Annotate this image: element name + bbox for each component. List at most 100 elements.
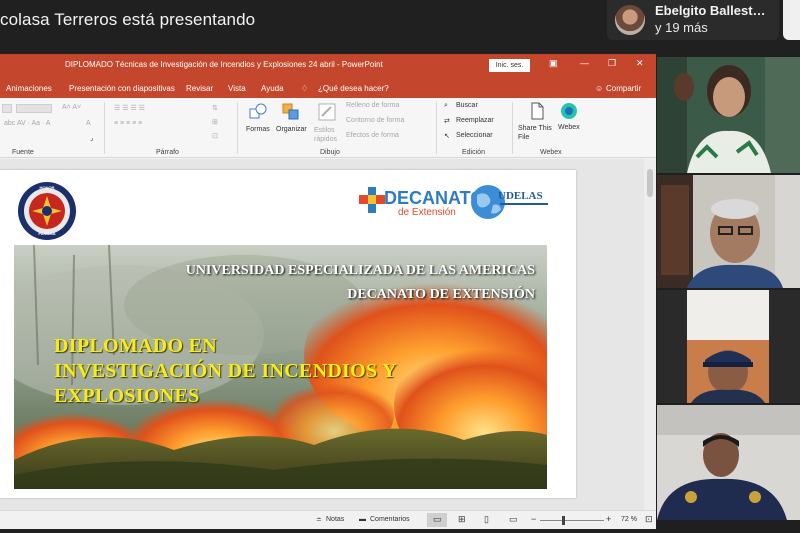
arrange-button[interactable]: Organizar	[276, 126, 307, 133]
ribbon-display-icon[interactable]: ▣	[549, 58, 558, 69]
participant-video-woman	[657, 57, 800, 173]
smartart-icon[interactable]: ⊡	[212, 132, 218, 140]
group-label-webex: Webex	[540, 149, 562, 156]
webex-button[interactable]: Webex	[558, 124, 580, 131]
sign-in-button[interactable]: Inic. ses.	[489, 59, 530, 72]
select-icon: ↖	[444, 133, 450, 140]
slide-title-line-1: DIPLOMADO EN	[54, 335, 218, 357]
ribbon-tabs: Animaciones Presentación con diapositiva…	[0, 78, 656, 98]
group-divider	[237, 102, 238, 154]
udelas-underline	[500, 203, 548, 205]
slideshow-icon[interactable]: ▭	[509, 514, 518, 525]
webex-icon[interactable]	[560, 102, 578, 120]
person-icon: ☺	[595, 84, 604, 93]
participant-video-tile[interactable]	[657, 175, 800, 288]
document-title: DIPLOMADO Técnicas de Investigación de I…	[65, 60, 383, 69]
participant-video-tile[interactable]	[657, 290, 800, 403]
slide-title-line-3: EXPLOSIONES	[54, 385, 200, 407]
font-name-box[interactable]	[2, 104, 12, 113]
align-text-icon[interactable]: ⊞	[212, 118, 218, 126]
font-grow-icon[interactable]: A˄ A˅	[62, 104, 81, 111]
notes-button[interactable]: Notas	[326, 516, 344, 523]
tab-animaciones[interactable]: Animaciones	[6, 84, 52, 93]
bullets-icon[interactable]: ☰ ☰ ☰ ☰	[114, 104, 145, 112]
tab-presentacion[interactable]: Presentación con diapositivas	[69, 84, 175, 93]
ribbon: A˄ A˅ abc AV · Aa · A A ⌟ Fuente ☰ ☰ ☰ ☰…	[0, 98, 656, 158]
participant-name: Ebelgito Ballest…	[655, 3, 766, 18]
meeting-top-bar: colasa Terreros está presentando Ebelgit…	[0, 0, 800, 54]
decanato-logo-subtext: de Extensión	[398, 207, 456, 218]
group-divider	[436, 102, 437, 154]
quick-styles-button[interactable]: Estilos rápidos	[314, 126, 342, 144]
zoom-slider-thumb[interactable]	[562, 516, 565, 525]
vertical-scrollbar[interactable]	[644, 159, 656, 510]
find-icon: ⌕	[444, 102, 448, 109]
group-label-dibujo: Dibujo	[320, 149, 340, 156]
minimize-icon[interactable]: —	[580, 58, 589, 68]
normal-view-icon: ▭	[433, 514, 442, 524]
group-divider	[512, 102, 513, 154]
notes-icon: ≐	[316, 517, 322, 524]
tab-revisar[interactable]: Revisar	[186, 84, 213, 93]
comments-button[interactable]: Comentarios	[370, 516, 410, 523]
fit-slide-icon[interactable]: ⊡	[645, 514, 653, 525]
slide[interactable]: HONOR PANAMA DECANATO de Extensión UDELA…	[0, 170, 576, 498]
status-bar: ≐ Notas ▬ Comentarios ▭ ⊞ ▯ ▭ − + 72 % ⊡	[0, 510, 656, 529]
zoom-out-icon[interactable]: −	[531, 514, 536, 524]
participant-video-tile[interactable]	[657, 57, 800, 173]
badge-top-text: HONOR	[39, 185, 55, 190]
shape-fill-button[interactable]: Relleno de forma	[346, 102, 399, 109]
shared-powerpoint-window: DIPLOMADO Técnicas de Investigación de I…	[0, 54, 656, 529]
shapes-button[interactable]: Formas	[246, 126, 270, 133]
font-color-icon[interactable]: A	[86, 120, 91, 127]
group-divider	[104, 102, 105, 154]
corner-menu-button[interactable]	[783, 0, 800, 40]
file-icon[interactable]	[528, 102, 546, 120]
group-label-parrafo: Párrafo	[156, 149, 179, 156]
share-button[interactable]: Compartir	[606, 84, 641, 93]
comments-icon: ▬	[359, 516, 366, 523]
group-label-edicion: Edición	[462, 149, 485, 156]
participant-video-tile[interactable]	[657, 405, 800, 520]
close-icon[interactable]: ✕	[636, 58, 644, 69]
title-bar: DIPLOMADO Técnicas de Investigación de I…	[0, 54, 656, 78]
select-button[interactable]: Seleccionar	[456, 132, 493, 139]
tab-vista[interactable]: Vista	[228, 84, 246, 93]
presenter-banner: colasa Terreros está presentando	[0, 10, 256, 29]
reading-view-icon[interactable]: ▯	[484, 514, 489, 525]
font-size-box[interactable]	[16, 104, 52, 113]
slide-title-line-2: INVESTIGACIÓN DE INCENDIOS Y	[54, 360, 397, 382]
replace-icon: ⇄	[444, 118, 450, 125]
shapes-icon[interactable]	[249, 103, 267, 121]
slide-sorter-icon[interactable]: ⊞	[458, 514, 466, 525]
udelas-globe-logo	[471, 185, 505, 219]
align-icons[interactable]: ≡ ≡ ≡ ≡ ≡	[114, 120, 142, 127]
share-file-button[interactable]: Share This File	[518, 124, 554, 142]
decanato-cross-logo	[359, 187, 385, 213]
slide-canvas[interactable]: HONOR PANAMA DECANATO de Extensión UDELA…	[0, 159, 656, 510]
participant-video-officer-uniform	[657, 405, 800, 520]
font-format-icons[interactable]: abc AV · Aa · A	[4, 120, 51, 127]
zoom-slider[interactable]	[540, 520, 604, 521]
font-dialog-icon[interactable]: ⌟	[90, 134, 93, 142]
wildfire-photo: UNIVERSIDAD ESPECIALIZADA DE LAS AMERICA…	[14, 245, 547, 489]
participant-avatar	[615, 5, 645, 35]
shape-outline-button[interactable]: Contorno de forma	[346, 117, 404, 124]
tab-ayuda[interactable]: Ayuda	[261, 84, 284, 93]
maximize-icon[interactable]: ❐	[608, 58, 616, 69]
replace-button[interactable]: Reemplazar	[456, 117, 494, 124]
zoom-in-icon[interactable]: +	[606, 514, 611, 524]
tell-me-search[interactable]: ¿Qué desea hacer?	[318, 84, 389, 93]
lightbulb-icon: ♢	[301, 84, 309, 93]
zoom-level[interactable]: 72 %	[621, 516, 637, 523]
shape-effects-button[interactable]: Efectos de forma	[346, 132, 399, 139]
group-label-fuente: Fuente	[12, 149, 34, 156]
udelas-logo-text: UDELAS	[498, 190, 543, 202]
participant-more-count: y 19 más	[655, 20, 708, 35]
badge-bottom-text: PANAMA	[38, 231, 56, 236]
quick-styles-icon[interactable]	[318, 103, 336, 121]
find-button[interactable]: Buscar	[456, 102, 478, 109]
scrollbar-thumb[interactable]	[647, 169, 653, 197]
text-direction-icon[interactable]: ⇅	[212, 104, 218, 112]
arrange-icon[interactable]	[282, 103, 300, 121]
